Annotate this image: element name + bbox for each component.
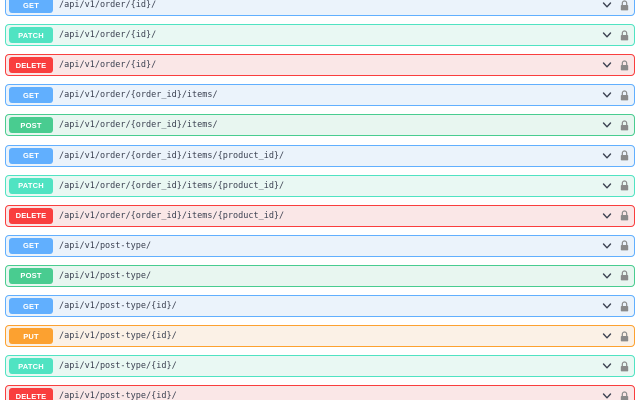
- operation-row-get[interactable]: GET/api/v1/order/{order_id}/items/: [5, 84, 635, 107]
- lock-icon[interactable]: [620, 180, 629, 191]
- chevron-down-icon[interactable]: [602, 120, 612, 130]
- endpoint-path: /api/v1/order/{order_id}/items/{product_…: [59, 150, 285, 161]
- operation-row-patch[interactable]: PATCH/api/v1/order/{id}/: [5, 24, 635, 47]
- chevron-down-icon[interactable]: [602, 90, 612, 100]
- method-badge: DELETE: [9, 207, 53, 224]
- endpoint-path: /api/v1/post-type/: [59, 240, 152, 251]
- lock-icon[interactable]: [620, 391, 629, 400]
- lock-icon[interactable]: [620, 90, 629, 101]
- lock-icon[interactable]: [620, 240, 629, 251]
- method-badge: PATCH: [9, 27, 53, 44]
- method-badge: PATCH: [9, 358, 53, 375]
- method-badge: GET: [9, 298, 53, 314]
- chevron-down-icon[interactable]: [602, 211, 612, 221]
- method-badge: PUT: [9, 328, 53, 345]
- endpoint-path: /api/v1/post-type/{id}/: [59, 301, 177, 311]
- endpoint-path: /api/v1/order/{id}/: [59, 0, 157, 10]
- method-badge: DELETE: [9, 57, 53, 74]
- endpoint-path: /api/v1/order/{order_id}/items/: [59, 120, 218, 131]
- lock-icon[interactable]: [620, 0, 629, 11]
- endpoint-path: /api/v1/order/{order_id}/items/: [59, 90, 218, 101]
- chevron-down-icon[interactable]: [602, 361, 612, 371]
- chevron-down-icon[interactable]: [602, 241, 612, 251]
- operations-list: GET/api/v1/order/{id}/PATCH/api/v1/order…: [0, 0, 640, 400]
- operation-row-post[interactable]: POST/api/v1/post-type/: [5, 264, 635, 287]
- chevron-down-icon[interactable]: [602, 0, 612, 10]
- lock-icon[interactable]: [620, 331, 629, 342]
- lock-icon[interactable]: [620, 120, 629, 131]
- operation-row-post[interactable]: POST/api/v1/order/{order_id}/items/: [5, 114, 635, 137]
- endpoint-path: /api/v1/order/{id}/: [59, 30, 157, 41]
- endpoint-path: /api/v1/order/{order_id}/items/{product_…: [59, 180, 285, 191]
- lock-icon[interactable]: [620, 60, 629, 71]
- endpoint-path: /api/v1/post-type/{id}/: [59, 361, 177, 372]
- operation-row-get[interactable]: GET/api/v1/post-type/: [5, 234, 635, 257]
- chevron-down-icon[interactable]: [602, 181, 612, 191]
- method-badge: GET: [9, 237, 53, 254]
- lock-icon[interactable]: [620, 150, 629, 161]
- chevron-down-icon[interactable]: [602, 301, 612, 311]
- operation-row-patch[interactable]: PATCH/api/v1/post-type/{id}/: [5, 355, 635, 378]
- lock-icon[interactable]: [620, 270, 629, 281]
- chevron-down-icon[interactable]: [602, 151, 612, 161]
- endpoint-path: /api/v1/order/{id}/: [59, 60, 157, 71]
- endpoint-path: /api/v1/post-type/: [59, 270, 152, 281]
- endpoint-path: /api/v1/post-type/{id}/: [59, 331, 177, 342]
- lock-icon[interactable]: [620, 361, 629, 372]
- operation-row-patch[interactable]: PATCH/api/v1/order/{order_id}/items/{pro…: [5, 174, 635, 197]
- endpoint-path: /api/v1/order/{order_id}/items/{product_…: [59, 210, 285, 221]
- method-badge: GET: [9, 147, 53, 164]
- operation-row-delete[interactable]: DELETE/api/v1/order/{id}/: [5, 54, 635, 77]
- method-badge: POST: [9, 117, 53, 134]
- chevron-down-icon[interactable]: [602, 331, 612, 341]
- chevron-down-icon[interactable]: [602, 271, 612, 281]
- lock-icon[interactable]: [620, 30, 629, 41]
- method-badge: PATCH: [9, 177, 53, 194]
- operation-row-get[interactable]: GET/api/v1/order/{id}/: [5, 0, 635, 16]
- chevron-down-icon[interactable]: [602, 60, 612, 70]
- chevron-down-icon[interactable]: [602, 391, 612, 400]
- operation-row-put[interactable]: PUT/api/v1/post-type/{id}/: [5, 325, 635, 348]
- lock-icon[interactable]: [620, 300, 629, 312]
- method-badge: DELETE: [9, 388, 53, 400]
- operation-row-delete[interactable]: DELETE/api/v1/post-type/{id}/: [5, 385, 635, 400]
- operation-row-get[interactable]: GET/api/v1/order/{order_id}/items/{produ…: [5, 144, 635, 167]
- operation-row-get[interactable]: GET/api/v1/post-type/{id}/: [5, 295, 635, 317]
- lock-icon[interactable]: [620, 210, 629, 221]
- chevron-down-icon[interactable]: [602, 30, 612, 40]
- method-badge: GET: [9, 87, 53, 104]
- method-badge: POST: [9, 267, 53, 284]
- operation-row-delete[interactable]: DELETE/api/v1/order/{order_id}/items/{pr…: [5, 204, 635, 227]
- endpoint-path: /api/v1/post-type/{id}/: [59, 391, 177, 400]
- method-badge: GET: [9, 0, 53, 13]
